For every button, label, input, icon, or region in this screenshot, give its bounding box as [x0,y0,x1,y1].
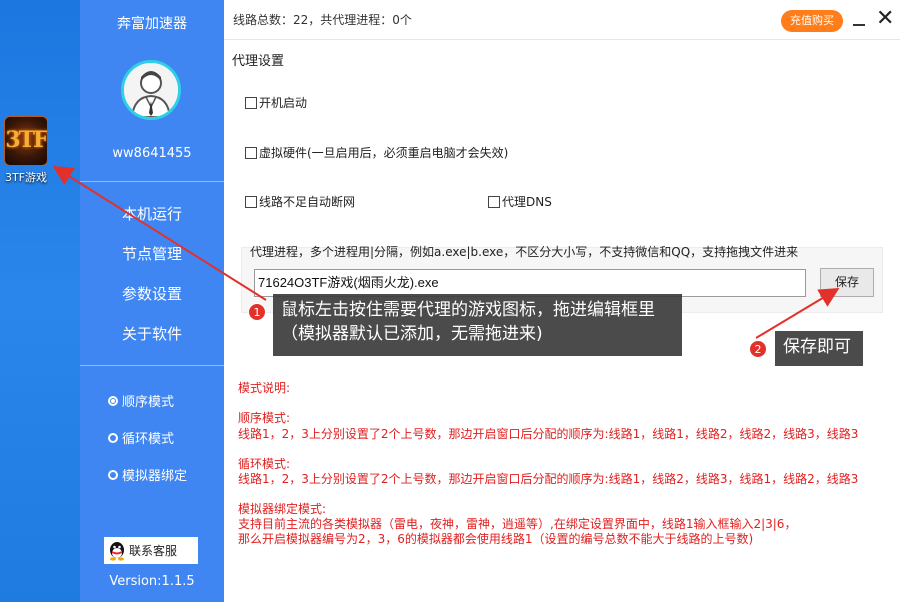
sidebar-divider [80,181,224,182]
contact-service-label: 联系客服 [129,544,178,558]
nav-parameter-settings[interactable]: 参数设置 [80,281,224,307]
qq-penguin-icon [110,541,124,561]
checkbox-box [245,146,257,159]
user-silhouette-icon [124,63,178,117]
autostart-checkbox[interactable]: 开机启动 [245,94,307,111]
tooltip-line: （模拟器默认已添加，无需拖进来) [281,324,543,344]
sequential-mode-text: 线路1，2，3上分别设置了2个上号数，那边开启窗口后分配的顺序为:线路1，线路1… [238,427,859,441]
radio-unselected-icon [108,432,118,443]
proxy-dns-checkbox[interactable]: 代理DNS [488,193,552,210]
recharge-button[interactable]: 充值购买 [781,10,843,32]
nav-about-software[interactable]: 关于软件 [80,321,224,347]
section-title: 代理设置 [232,54,285,69]
app-title: 奔富加速器 [117,16,187,32]
version-text: Version:1.1.5 [109,574,195,589]
mode-explanation-heading: 模式说明: [238,381,291,395]
sidebar-divider [80,365,224,366]
tooltip-line: 鼠标左击按住需要代理的游戏图标，拖进编辑框里 [281,300,655,320]
auto-disconnect-checkbox[interactable]: 线路不足自动断网 [245,193,355,210]
proxy-process-input[interactable]: 71624O3TF游戏(烟雨火龙).exe [254,269,806,297]
checkbox-label: 开机启动 [259,96,308,110]
mode-label: 顺序模式 [122,395,175,410]
emulator-mode-text: 那么开启模拟器编号为2，3，6的模拟器都会使用线路1（设置的编号总数不能大于线路… [238,532,754,546]
nav-node-management[interactable]: 节点管理 [80,241,224,267]
route-info: 线路总数：22，共代理进程：0个 [233,13,412,27]
desktop-game-shortcut[interactable]: 3TF 3TF游戏 [2,116,50,185]
radio-selected-icon [108,395,118,406]
mode-sequential-radio[interactable]: 顺序模式 [108,391,174,410]
sidebar: 奔富加速器 ww8641455 本机运行 节点管理 参数设置 关于软件 顺序模式… [80,0,224,602]
checkbox-label: 代理DNS [502,195,552,209]
desktop-icon-label: 3TF游戏 [4,171,48,184]
contact-service-button[interactable]: 联系客服 [104,537,198,564]
username: ww8641455 [112,146,192,161]
top-bar: 线路总数：22，共代理进程：0个 充值购买 ✕ [224,0,900,40]
tooltip-drag-instruction: 鼠标左击按住需要代理的游戏图标，拖进编辑框里 （模拟器默认已添加，无需拖进来) [273,294,682,356]
mode-emulator-binding-radio[interactable]: 模拟器绑定 [108,465,187,484]
proxy-process-label: 代理进程，多个进程用|分隔，例如a.exe|b.exe，不区分大小写，不支持微信… [250,245,799,259]
game-logo-text: 3TF [5,127,47,153]
minimize-icon[interactable] [852,12,866,28]
step-badge-1: 1 [248,303,266,321]
checkbox-label: 线路不足自动断网 [259,195,356,209]
nav-local-run[interactable]: 本机运行 [80,201,224,227]
checkbox-box [488,195,500,208]
checkbox-box [245,195,257,208]
mode-label: 模拟器绑定 [122,469,188,484]
save-button[interactable]: 保存 [820,268,874,297]
avatar [121,60,181,120]
radio-unselected-icon [108,469,118,480]
mode-label: 循环模式 [122,432,175,447]
step-badge-2: 2 [749,340,767,358]
loop-mode-text: 线路1，2，3上分别设置了2个上号数，那边开启窗口后分配的顺序为:线路1，线路2… [238,472,859,486]
tooltip-save-instruction: 保存即可 [775,331,863,366]
game-logo-icon: 3TF [4,116,48,166]
virtual-hardware-checkbox[interactable]: 虚拟硬件(一旦启用后，必须重启电脑才会失效) [245,144,508,161]
checkbox-box [245,96,257,109]
desktop-background: 3TF 3TF游戏 [0,0,80,602]
close-icon[interactable]: ✕ [876,6,894,32]
mode-loop-radio[interactable]: 循环模式 [108,428,174,447]
checkbox-label: 虚拟硬件(一旦启用后，必须重启电脑才会失效) [259,146,509,160]
sequential-mode-title: 顺序模式: [238,411,291,425]
